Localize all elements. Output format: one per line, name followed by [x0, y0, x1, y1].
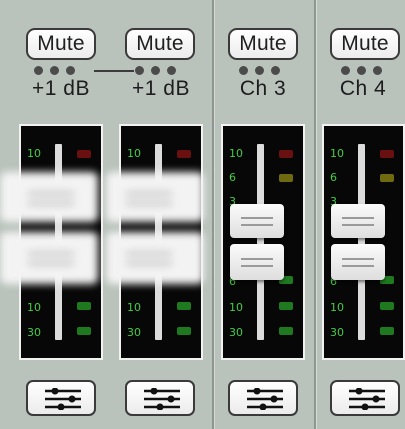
scale-label: 30 [229, 326, 243, 339]
eq-sliders-icon [144, 388, 180, 410]
fader-track [358, 144, 365, 340]
fader-cap-ch1-lower[interactable] [0, 232, 98, 284]
channel-strip-3: Mute Ch 3 10 6 3 6 10 30 [214, 0, 314, 429]
eq-button-ch4[interactable] [330, 380, 400, 416]
led-yellow [279, 174, 293, 182]
mute-button-ch4[interactable]: Mute [330, 28, 400, 60]
eq-button-ch3[interactable] [228, 380, 298, 416]
dot-icon [50, 66, 59, 75]
mute-button-ch2[interactable]: Mute [125, 28, 195, 60]
fader-cap-ch2-lower[interactable] [106, 232, 204, 284]
led-red [177, 150, 191, 158]
fader-cap-ch3-upper[interactable] [230, 204, 284, 238]
strip-label-ch4: Ch 4 [339, 77, 387, 100]
dot-icon [255, 66, 264, 75]
scale-label: 6 [330, 171, 337, 184]
scale-label: 10 [229, 301, 243, 314]
scale-label: 6 [229, 171, 236, 184]
dot-icon [167, 66, 176, 75]
dot-icon [271, 66, 280, 75]
led-green [177, 302, 191, 310]
link-dots-ch4 [341, 66, 382, 75]
eq-sliders-icon [349, 388, 385, 410]
dot-icon [135, 66, 144, 75]
scale-label: 10 [27, 301, 41, 314]
led-green [77, 327, 91, 335]
dot-icon [357, 66, 366, 75]
fader-cap-ch1-upper[interactable] [0, 172, 98, 222]
strip-label-ch1: +1 dB [32, 77, 90, 100]
dot-icon [66, 66, 75, 75]
link-dots-ch3 [239, 66, 280, 75]
led-green [177, 327, 191, 335]
scale-label: 30 [27, 326, 41, 339]
mixer: Mute +1 dB 10 10 30 Mute +1 dB 10 10 30 … [0, 0, 405, 429]
strip-label-ch2: +1 dB [132, 77, 190, 100]
stereo-link-line [94, 70, 134, 72]
eq-button-ch1[interactable] [26, 380, 96, 416]
fader-cap-ch3-lower[interactable] [230, 244, 284, 280]
fader-cap-ch4-lower[interactable] [331, 244, 385, 280]
scale-label: 30 [330, 326, 344, 339]
led-green [380, 327, 394, 335]
mute-button-ch3[interactable]: Mute [228, 28, 298, 60]
led-red [77, 150, 91, 158]
led-green [279, 302, 293, 310]
scale-label: 30 [127, 326, 141, 339]
channel-strip-4: Mute Ch 4 10 6 3 6 10 30 [316, 0, 405, 429]
scale-label: 10 [330, 301, 344, 314]
link-dots-ch2 [135, 66, 176, 75]
led-yellow [380, 174, 394, 182]
dot-icon [151, 66, 160, 75]
dot-icon [34, 66, 43, 75]
fader-panel-ch3[interactable]: 10 6 3 6 10 30 [221, 124, 305, 360]
scale-label: 10 [27, 147, 41, 160]
mute-button-ch1[interactable]: Mute [26, 28, 96, 60]
dot-icon [373, 66, 382, 75]
led-red [279, 150, 293, 158]
eq-button-ch2[interactable] [125, 380, 195, 416]
led-green [279, 327, 293, 335]
scale-label: 10 [330, 147, 344, 160]
scale-label: 10 [127, 147, 141, 160]
fader-panel-ch4[interactable]: 10 6 3 6 10 30 [322, 124, 405, 360]
dot-icon [239, 66, 248, 75]
strip-label-ch3: Ch 3 [239, 77, 287, 100]
led-red [380, 150, 394, 158]
scale-label: 10 [229, 147, 243, 160]
scale-label: 10 [127, 301, 141, 314]
fader-track [257, 144, 264, 340]
fader-cap-ch2-upper[interactable] [106, 172, 204, 222]
eq-sliders-icon [45, 388, 81, 410]
link-dots-ch1 [34, 66, 75, 75]
led-green [380, 302, 394, 310]
dot-icon [341, 66, 350, 75]
eq-sliders-icon [247, 388, 283, 410]
led-green [77, 302, 91, 310]
fader-cap-ch4-upper[interactable] [331, 204, 385, 238]
